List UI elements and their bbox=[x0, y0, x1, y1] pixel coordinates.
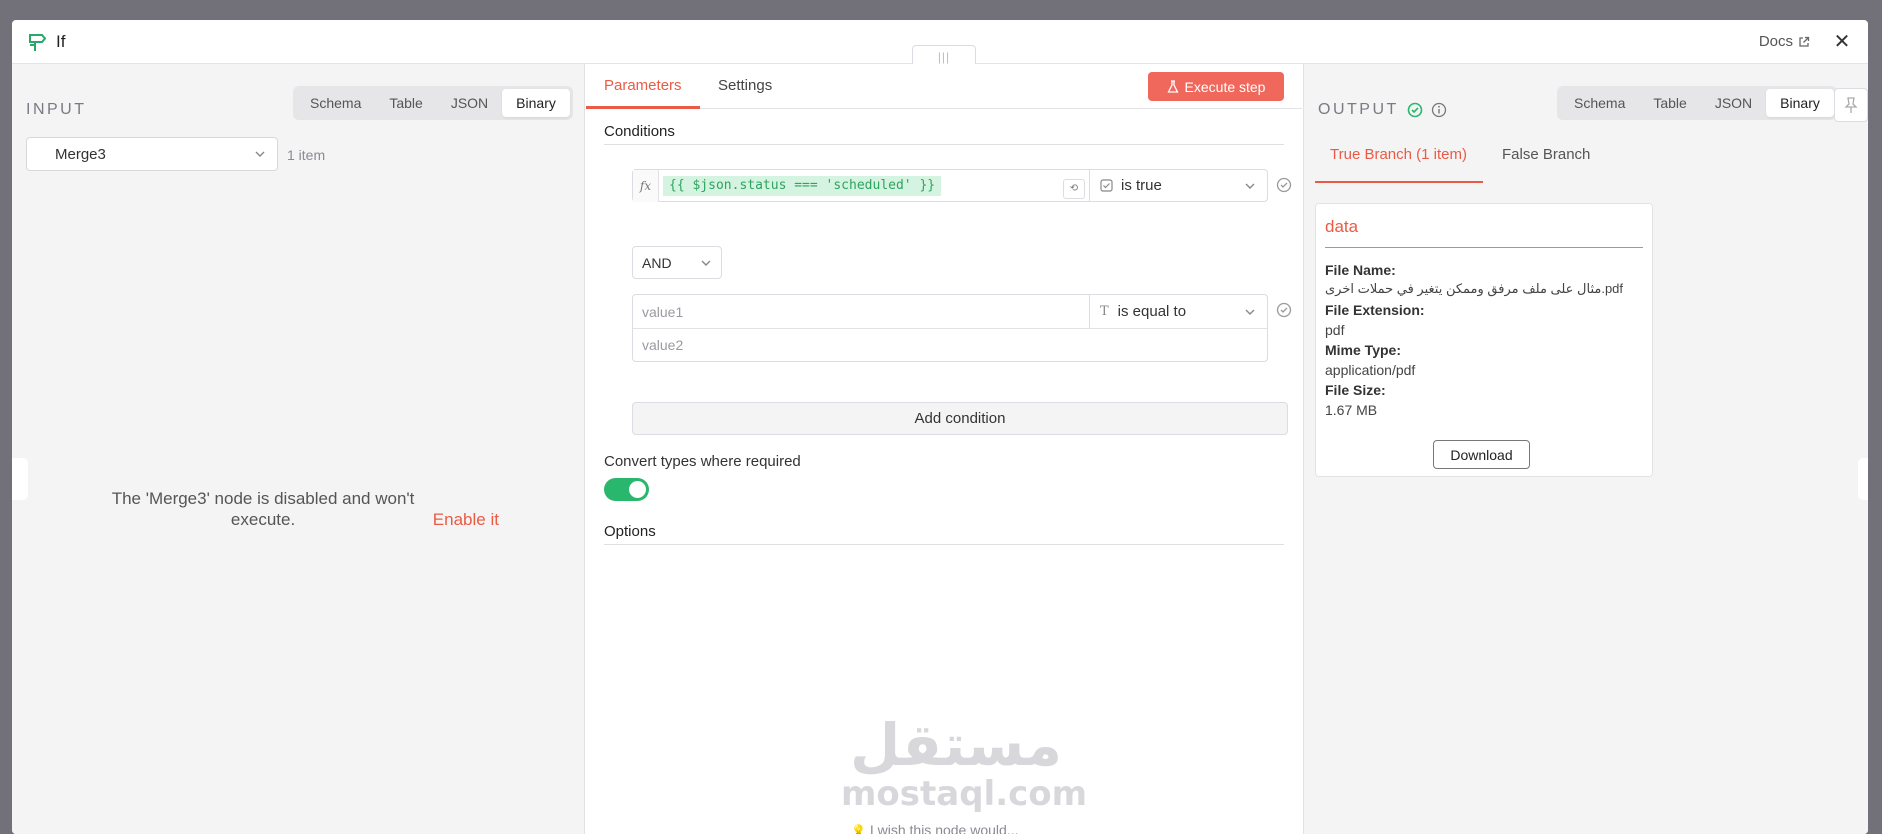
parameter-tabs: Parameters Settings Execute step bbox=[586, 64, 1302, 109]
chevron-down-icon bbox=[1245, 309, 1255, 315]
watermark: مستقل mostaql.com bbox=[841, 711, 1088, 814]
card-divider bbox=[1325, 247, 1643, 248]
condition-row-1: fx {{ $json.status === 'scheduled' }} ⟲ … bbox=[632, 169, 1268, 202]
chevron-down-icon bbox=[255, 151, 265, 157]
output-panel: OUTPUT Schema Table JSON Binary True Bra… bbox=[1303, 64, 1868, 834]
pin-data-button[interactable] bbox=[1834, 88, 1868, 122]
condition-1-expression[interactable]: {{ $json.status === 'scheduled' }} bbox=[663, 176, 942, 196]
docs-label: Docs bbox=[1758, 33, 1793, 50]
file-name-label: File Name: bbox=[1325, 262, 1396, 278]
condition-row-2: value1 value2 T is equal to bbox=[632, 294, 1268, 362]
disabled-node-message: The 'Merge3' node is disabled and won't … bbox=[12, 488, 585, 530]
condition-1-operator-select[interactable]: is true bbox=[1089, 170, 1267, 201]
input-node-select[interactable]: Merge3 bbox=[26, 137, 278, 171]
download-button[interactable]: Download bbox=[1433, 440, 1530, 469]
success-check-icon bbox=[1407, 102, 1423, 118]
condition-2-status-icon bbox=[1276, 302, 1292, 318]
feedback-link[interactable]: 💡 I wish this node would... bbox=[851, 822, 1018, 834]
toggle-knob bbox=[629, 481, 646, 498]
tab-false-branch[interactable]: False Branch bbox=[1502, 146, 1590, 163]
input-view-json[interactable]: JSON bbox=[437, 89, 502, 117]
feedback-text: I wish this node would... bbox=[869, 822, 1019, 834]
output-view-json[interactable]: JSON bbox=[1701, 89, 1766, 117]
close-button[interactable]: ✕ bbox=[1830, 30, 1854, 54]
watermark-latin: mostaql.com bbox=[841, 774, 1088, 814]
input-node-select-value: Merge3 bbox=[55, 145, 106, 163]
file-name-value: مثال على ملف مرفق وممكن يتغير في حملات ا… bbox=[1325, 281, 1624, 296]
node-title[interactable]: If bbox=[56, 32, 65, 52]
output-view-table[interactable]: Table bbox=[1639, 89, 1700, 117]
binary-data-card: data File Name: مثال على ملف مرفق وممكن … bbox=[1315, 203, 1653, 477]
condition-1-status-icon bbox=[1276, 177, 1292, 193]
input-view-binary[interactable]: Binary bbox=[502, 89, 570, 117]
execute-step-button[interactable]: Execute step bbox=[1148, 72, 1284, 101]
tab-parameters[interactable]: Parameters bbox=[604, 77, 682, 94]
condition-2-operator-value: is equal to bbox=[1117, 303, 1187, 320]
add-condition-button[interactable]: Add condition bbox=[632, 402, 1288, 435]
combinator-value: AND bbox=[642, 254, 672, 271]
tab-true-branch[interactable]: True Branch (1 item) bbox=[1330, 146, 1467, 163]
parameters-panel: Parameters Settings Execute step Conditi… bbox=[586, 64, 1302, 834]
convert-types-label: Convert types where required bbox=[604, 453, 801, 470]
input-view-switcher: Schema Table JSON Binary bbox=[293, 86, 573, 120]
input-view-schema[interactable]: Schema bbox=[296, 89, 375, 117]
file-size-label: File Size: bbox=[1325, 382, 1386, 398]
options-divider bbox=[604, 544, 1284, 545]
file-extension-value: pdf bbox=[1325, 322, 1345, 338]
chevron-down-icon bbox=[1245, 183, 1255, 189]
disabled-message-text: The 'Merge3' node is disabled and won't … bbox=[111, 489, 415, 529]
output-header: OUTPUT bbox=[1318, 101, 1447, 119]
docs-link[interactable]: Docs bbox=[1759, 33, 1810, 50]
options-title: Options bbox=[604, 523, 656, 540]
prev-node-tab[interactable] bbox=[12, 458, 28, 500]
if-node-icon bbox=[26, 31, 48, 53]
tab-settings[interactable]: Settings bbox=[718, 77, 772, 94]
condition-1-operator-value: is true bbox=[1121, 177, 1162, 194]
boolean-type-icon bbox=[1100, 179, 1113, 192]
info-icon[interactable] bbox=[1431, 102, 1447, 118]
file-extension-label: File Extension: bbox=[1325, 302, 1425, 318]
flask-icon bbox=[1166, 79, 1179, 93]
input-panel-label: INPUT bbox=[26, 101, 87, 118]
execute-step-label: Execute step bbox=[1184, 78, 1266, 95]
lightbulb-icon: 💡 bbox=[851, 824, 866, 834]
node-details-modal: If Docs ✕ ||| INPUT Schema Table JSON Bi… bbox=[12, 20, 1868, 834]
external-link-icon bbox=[1799, 36, 1810, 47]
convert-types-toggle[interactable] bbox=[604, 478, 649, 501]
next-node-tab[interactable] bbox=[1858, 458, 1868, 500]
input-panel: INPUT Schema Table JSON Binary Merge3 1 … bbox=[12, 64, 585, 834]
output-view-binary[interactable]: Binary bbox=[1766, 89, 1834, 117]
output-view-schema[interactable]: Schema bbox=[1560, 89, 1639, 117]
active-branch-indicator bbox=[1315, 181, 1483, 183]
input-item-count: 1 item bbox=[287, 147, 326, 163]
active-tab-indicator bbox=[586, 106, 700, 109]
chevron-down-icon bbox=[701, 260, 711, 266]
mime-type-label: Mime Type: bbox=[1325, 342, 1401, 358]
watermark-arabic: مستقل bbox=[849, 711, 1063, 779]
input-view-table[interactable]: Table bbox=[375, 89, 436, 117]
fx-icon: fx bbox=[633, 170, 659, 202]
binary-property-title: data bbox=[1325, 217, 1359, 236]
mime-type-value: application/pdf bbox=[1325, 362, 1416, 378]
conditions-title: Conditions bbox=[604, 123, 675, 140]
file-size-value: 1.67 MB bbox=[1325, 402, 1378, 418]
output-view-switcher: Schema Table JSON Binary bbox=[1557, 86, 1837, 120]
conditions-divider bbox=[604, 144, 1284, 145]
output-panel-label: OUTPUT bbox=[1318, 101, 1399, 118]
text-type-icon: T bbox=[1100, 304, 1109, 319]
value1-input[interactable]: value1 bbox=[642, 304, 683, 320]
enable-node-link[interactable]: Enable it bbox=[433, 510, 499, 529]
condition-2-divider bbox=[633, 328, 1267, 329]
condition-2-operator-select[interactable]: T is equal to bbox=[1089, 295, 1267, 328]
value2-input[interactable]: value2 bbox=[642, 337, 683, 353]
combinator-select[interactable]: AND bbox=[632, 246, 722, 279]
expression-editor-icon[interactable]: ⟲ bbox=[1063, 179, 1085, 199]
pin-icon bbox=[1844, 97, 1858, 113]
